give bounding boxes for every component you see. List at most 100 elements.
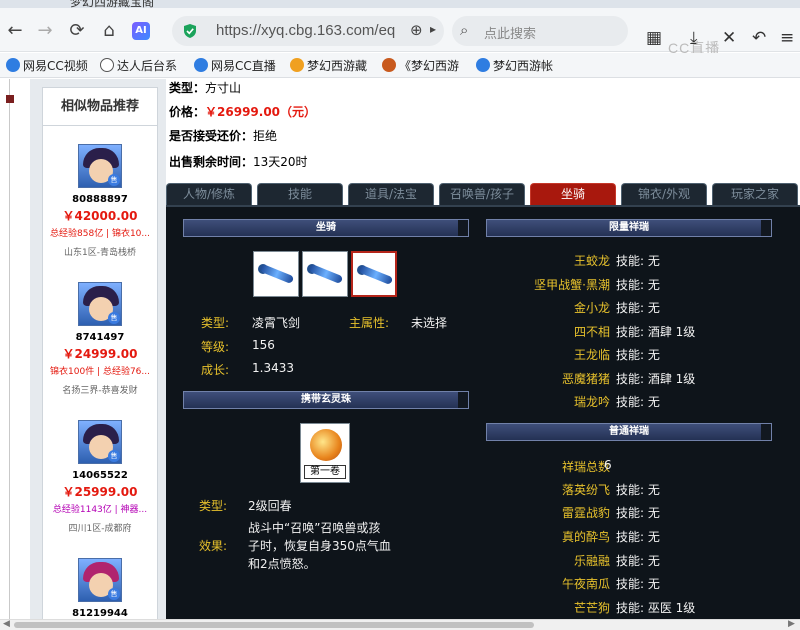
bookmark-item[interactable]: 达人后台系	[100, 57, 182, 74]
mount-growth-value: 1.3433	[252, 361, 294, 375]
reload-icon[interactable]: ⟳	[66, 20, 88, 42]
normal-mount-row: 芒芒狗 技能: 巫医 1级	[573, 601, 696, 615]
item-id: 81219944	[72, 608, 128, 619]
apps-grid-icon[interactable]: ▦	[646, 28, 662, 48]
mount-level-label: 等级:	[201, 340, 230, 354]
flying-sword-icon	[358, 264, 394, 286]
recommend-item[interactable]: 售 14065522 ￥25999.00 总经验1143亿 | 神器... 四川…	[43, 420, 157, 534]
bookmark-item[interactable]: 网易CC视频	[6, 57, 90, 74]
tab-home[interactable]: 玩家之家	[712, 183, 798, 205]
ai-assistant-icon[interactable]: AI	[132, 22, 150, 40]
search-icon: ⌕	[460, 21, 469, 39]
bookmark-game-icon	[382, 58, 396, 72]
forward-icon[interactable]: →	[34, 20, 56, 42]
item-tags: 锦衣100件 | 总经验76...	[50, 367, 150, 377]
address-bar[interactable]: https://xyq.cbg.163.com/eq ⊕ ▸	[172, 16, 444, 46]
mount-type-label: 类型:	[201, 316, 230, 330]
horizontal-scrollbar[interactable]: ◀ ▶	[0, 619, 800, 630]
normal-total-row: 祥瑞总数 6	[561, 458, 612, 474]
zoom-icon[interactable]: ⊕	[410, 21, 423, 39]
sell-badge-icon: 售	[108, 588, 120, 600]
search-input[interactable]: 点此搜索	[484, 23, 536, 42]
bookmark-item[interactable]: 网易CC直播	[194, 57, 278, 74]
flying-sword-icon	[308, 263, 344, 285]
mount-slot-3-selected[interactable]	[351, 251, 397, 297]
mount-growth-label: 成长:	[201, 363, 230, 377]
tab-skills[interactable]: 技能	[257, 183, 343, 205]
normal-mount-row: 午夜南瓜 技能: 无	[561, 577, 660, 591]
item-tags: 总经验1143亿 | 神器...	[52, 505, 148, 515]
orb-effect-line: 战斗中“召唤”召唤兽或孩	[248, 521, 381, 535]
undo-icon[interactable]: ↶	[752, 28, 766, 48]
orb-effect-line: 子时，恢复自身350点气血	[248, 539, 391, 553]
recommend-box: 相似物品推荐 售 80888897 ￥42000.00 总经验858亿 | 锦衣…	[42, 87, 158, 619]
price-row: 价格：￥26999.00（元）	[169, 105, 317, 119]
normal-mount-row: 乐融融 技能: 无	[573, 554, 660, 568]
close-icon[interactable]: ✕	[722, 28, 736, 48]
tab-title[interactable]: 梦幻西游藏宝阁	[70, 0, 154, 8]
tab-items[interactable]: 道具/法宝	[348, 183, 434, 205]
search-box[interactable]: ⌕ 点此搜索	[452, 16, 628, 46]
item-server: 名扬三界-恭喜发财	[62, 386, 138, 396]
normal-mount-row: 落英纷飞 技能: 无	[561, 483, 660, 497]
tab-pets[interactable]: 召唤兽/孩子	[439, 183, 525, 205]
recommend-item[interactable]: 售 81219944	[43, 558, 157, 619]
bookmark-cc-icon	[6, 58, 20, 72]
menu-icon[interactable]: ≡	[780, 28, 794, 48]
recommend-item[interactable]: 售 8741497 ￥24999.00 锦衣100件 | 总经验76... 名扬…	[43, 282, 157, 396]
limited-mount-row: 瑞龙吟 技能: 无	[573, 395, 660, 409]
tab-outfit[interactable]: 锦衣/外观	[621, 183, 707, 205]
tab-mount[interactable]: 坐骑	[530, 183, 616, 205]
limited-mount-row: 金小龙 技能: 无	[573, 301, 660, 315]
spirit-orb-icon	[310, 429, 342, 461]
mount-slot-2[interactable]	[302, 251, 348, 297]
orb-type-value: 2级回春	[248, 499, 292, 513]
character-avatar[interactable]: 售	[78, 144, 122, 188]
secure-shield-icon	[184, 24, 196, 38]
item-id: 80888897	[72, 194, 128, 205]
item-price: ￥42000.00	[62, 209, 138, 223]
url-more-icon[interactable]: ▸	[430, 22, 436, 36]
flying-sword-icon	[259, 263, 295, 285]
recommend-title: 相似物品推荐	[43, 88, 157, 126]
tab-character[interactable]: 人物/修炼	[166, 183, 252, 205]
item-id: 14065522	[72, 470, 128, 481]
orb-effect-line: 和2点愤怒。	[248, 557, 316, 571]
character-avatar[interactable]: 售	[78, 420, 122, 464]
character-avatar[interactable]: 售	[78, 282, 122, 326]
bookmark-game-icon	[290, 58, 304, 72]
bargain-row: 是否接受还价：拒绝	[169, 129, 278, 143]
back-icon[interactable]: ←	[4, 20, 26, 42]
mount-slot-1[interactable]	[253, 251, 299, 297]
limited-mount-row: 坚甲战蟹·黑潮 技能: 无	[534, 278, 660, 292]
scroll-left-icon[interactable]: ◀	[3, 619, 10, 629]
url-text[interactable]: https://xyq.cbg.163.com/eq	[216, 22, 395, 39]
detail-tabs: 人物/修炼 技能 道具/法宝 召唤兽/孩子 坐骑 锦衣/外观 玩家之家	[166, 183, 800, 205]
main-attr-label: 主属性:	[349, 316, 390, 330]
home-icon[interactable]: ⌂	[98, 20, 120, 42]
orb-caption: 第一卷	[304, 465, 346, 479]
recommend-item[interactable]: 售 80888897 ￥42000.00 总经验858亿 | 锦衣10... 山…	[43, 144, 157, 258]
main-attr-value: 未选择	[411, 316, 448, 330]
rail-marker	[6, 95, 14, 103]
bookmark-globe-icon	[100, 58, 114, 72]
item-detail: 类型：方寸山 价格：￥26999.00（元） 是否接受还价：拒绝 出售剩余时间：…	[166, 79, 800, 619]
mount-type-value: 凌霄飞剑	[252, 316, 301, 330]
type-row: 类型：方寸山	[169, 81, 242, 95]
character-avatar[interactable]: 售	[78, 558, 122, 602]
bookmark-item[interactable]: 《梦幻西游	[382, 57, 464, 74]
item-price: ￥24999.00	[62, 347, 138, 361]
item-server: 山东1区-青岛栈桥	[64, 248, 136, 258]
bookmark-item[interactable]: 梦幻西游帐	[476, 57, 560, 74]
scrollbar-thumb[interactable]	[14, 622, 534, 628]
sell-badge-icon: 售	[108, 312, 120, 324]
spirit-orb-slot[interactable]: 第一卷	[300, 423, 350, 483]
scroll-right-icon[interactable]: ▶	[788, 619, 795, 629]
item-server: 四川1区-成都府	[68, 524, 132, 534]
bookmark-item[interactable]: 梦幻西游藏	[290, 57, 370, 74]
limited-mount-row: 王龙临 技能: 无	[573, 348, 660, 362]
orb-effect-label: 效果:	[199, 539, 228, 553]
orb-section-header: 携带玄灵珠	[183, 391, 469, 409]
limited-mount-row: 四不相 技能: 酒肆 1级	[573, 325, 696, 339]
mount-section-header: 坐骑	[183, 219, 469, 237]
